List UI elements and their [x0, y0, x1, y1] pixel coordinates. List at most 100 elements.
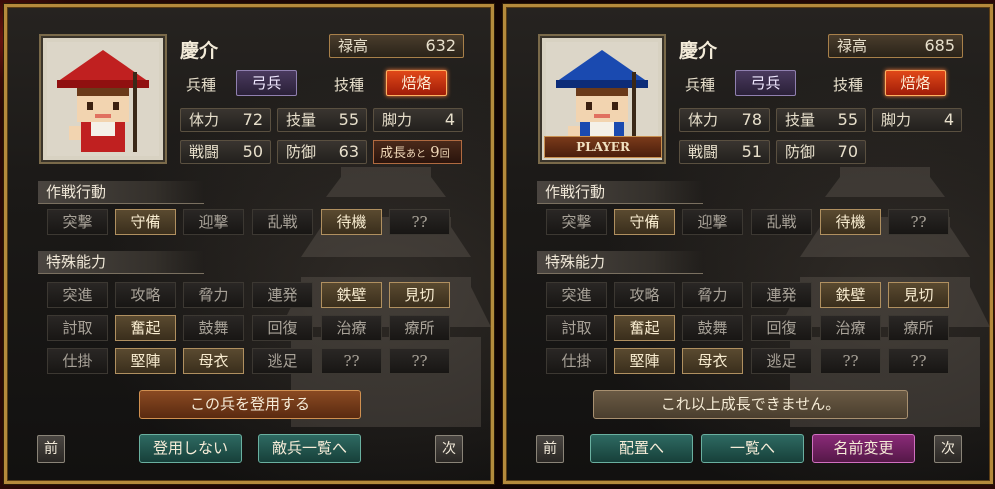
stat-leg: 脚力 4	[373, 108, 463, 132]
ability-option[interactable]: 見切	[389, 282, 450, 308]
ability-option[interactable]: 療所	[389, 315, 450, 341]
ability-option[interactable]: 連発	[252, 282, 313, 308]
ability-option[interactable]: 奮起	[614, 315, 675, 341]
stat-def-value: 70	[837, 142, 858, 161]
stat-hp-label: 体力	[189, 111, 220, 129]
stat-tech-value: 55	[338, 110, 359, 129]
ability-option[interactable]: 逃足	[252, 348, 313, 374]
stat-def: 防御 63	[277, 140, 367, 164]
ability-option[interactable]: 療所	[888, 315, 949, 341]
ability-option[interactable]: 脅力	[183, 282, 244, 308]
salary-label: 禄高	[338, 37, 369, 55]
stat-hp-label: 体力	[688, 111, 719, 129]
ability-option[interactable]: 鼓舞	[183, 315, 244, 341]
abilities-header: 特殊能力	[537, 251, 703, 274]
tactic-option[interactable]: 守備	[614, 209, 675, 235]
tactic-option[interactable]: 乱戦	[252, 209, 313, 235]
unit-name: 慶介	[679, 40, 718, 62]
stat-def-value: 63	[338, 142, 359, 161]
owned-unit-panel: PLAYER 慶介 禄高 685 兵種 弓兵 技種 焙烙 体力 78 技量 55…	[503, 4, 993, 484]
ability-option[interactable]: 仕掛	[47, 348, 108, 374]
next-button[interactable]: 次	[435, 435, 463, 463]
ability-option[interactable]: 治療	[321, 315, 382, 341]
salary-label: 禄高	[837, 37, 868, 55]
ability-option[interactable]: 回復	[252, 315, 313, 341]
growth-small: あと	[406, 149, 427, 160]
rename-button[interactable]: 名前変更	[812, 434, 915, 463]
prev-button[interactable]: 前	[37, 435, 65, 463]
tactic-option[interactable]: 守備	[115, 209, 176, 235]
tactic-option[interactable]: 迎撃	[682, 209, 743, 235]
ability-option[interactable]: 脅力	[682, 282, 743, 308]
next-button[interactable]: 次	[934, 435, 962, 463]
ability-option[interactable]: 突進	[546, 282, 607, 308]
enemy-list-button[interactable]: 敵兵一覧へ	[258, 434, 361, 463]
tactic-option[interactable]: 待機	[321, 209, 382, 235]
ability-option[interactable]: 攻略	[115, 282, 176, 308]
ability-option[interactable]: 逃足	[751, 348, 812, 374]
stat-def-label: 防御	[785, 143, 816, 161]
list-button[interactable]: 一覧へ	[701, 434, 804, 463]
growth-unit: 回	[439, 149, 450, 160]
stat-hp-value: 78	[741, 110, 762, 129]
tactics-header: 作戦行動	[537, 181, 703, 204]
tactic-option[interactable]: 待機	[820, 209, 881, 235]
decline-button[interactable]: 登用しない	[139, 434, 242, 463]
stat-tech-value: 55	[837, 110, 858, 129]
ability-option[interactable]: 母衣	[183, 348, 244, 374]
tactic-option[interactable]: ??	[888, 209, 949, 235]
stat-def-label: 防御	[286, 143, 317, 161]
ability-option[interactable]: 母衣	[682, 348, 743, 374]
ability-option[interactable]: 討取	[546, 315, 607, 341]
stat-leg-label: 脚力	[382, 111, 413, 129]
salary-value: 685	[924, 36, 955, 55]
recruit-button[interactable]: この兵を登用する	[139, 390, 361, 419]
stat-leg-label: 脚力	[881, 111, 912, 129]
ability-option[interactable]: 突進	[47, 282, 108, 308]
unit-portrait: PLAYER	[538, 34, 666, 164]
unit-name: 慶介	[180, 40, 219, 62]
ability-option[interactable]: 奮起	[115, 315, 176, 341]
stat-atk-label: 戦闘	[189, 143, 220, 161]
tactic-option[interactable]: 乱戦	[751, 209, 812, 235]
ability-option[interactable]: 鉄壁	[820, 282, 881, 308]
ability-option[interactable]: 攻略	[614, 282, 675, 308]
tactic-option[interactable]: 突撃	[47, 209, 108, 235]
ability-option[interactable]: 見切	[888, 282, 949, 308]
unit-type-label: 兵種	[685, 76, 716, 94]
salary-box: 禄高 632	[329, 34, 464, 58]
stat-leg-value: 4	[943, 110, 954, 129]
castle-silhouette	[281, 167, 491, 427]
stat-hp: 体力 72	[180, 108, 271, 132]
ability-option[interactable]: ??	[321, 348, 382, 374]
max-growth-message: これ以上成長できません。	[593, 390, 908, 419]
ability-option[interactable]: 鉄壁	[321, 282, 382, 308]
stat-leg-value: 4	[444, 110, 455, 129]
archer-sprite	[47, 42, 159, 156]
ability-option[interactable]: 討取	[47, 315, 108, 341]
ability-option[interactable]: 鼓舞	[682, 315, 743, 341]
unit-type-value: 弓兵	[735, 70, 796, 96]
deploy-button[interactable]: 配置へ	[590, 434, 693, 463]
ability-option[interactable]: 治療	[820, 315, 881, 341]
tactics-header: 作戦行動	[38, 181, 204, 204]
ability-option[interactable]: 堅陣	[115, 348, 176, 374]
stat-atk-label: 戦闘	[688, 143, 719, 161]
ability-option[interactable]: 回復	[751, 315, 812, 341]
ability-option[interactable]: ??	[389, 348, 450, 374]
ability-option[interactable]: 堅陣	[614, 348, 675, 374]
tactic-option[interactable]: ??	[389, 209, 450, 235]
ability-option[interactable]: ??	[820, 348, 881, 374]
skill-type-label: 技種	[833, 76, 864, 94]
stat-tech: 技量 55	[277, 108, 367, 132]
stat-atk: 戦闘 51	[679, 140, 770, 164]
growth-remaining: 成長あと 9回	[373, 140, 462, 164]
castle-silhouette	[780, 167, 990, 427]
tactic-option[interactable]: 迎撃	[183, 209, 244, 235]
ability-option[interactable]: 仕掛	[546, 348, 607, 374]
prev-button[interactable]: 前	[536, 435, 564, 463]
ability-option[interactable]: ??	[888, 348, 949, 374]
tactic-option[interactable]: 突撃	[546, 209, 607, 235]
stat-def: 防御 70	[776, 140, 866, 164]
ability-option[interactable]: 連発	[751, 282, 812, 308]
